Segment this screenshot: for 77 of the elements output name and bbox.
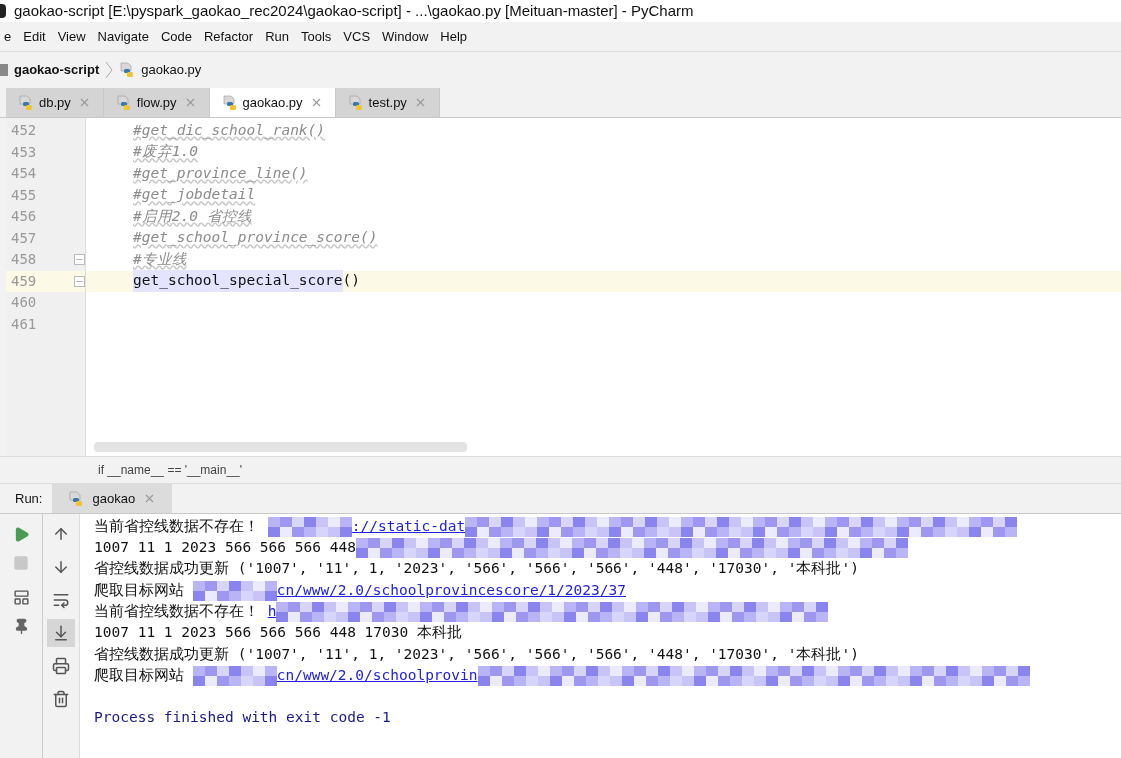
code-comment: #启用2.0 省控线 — [133, 206, 252, 226]
line-number: 460 — [10, 293, 38, 313]
menu-item[interactable]: e — [0, 26, 16, 47]
fold-icon[interactable] — [74, 254, 85, 266]
menu-item[interactable]: Window — [378, 26, 433, 47]
wrap-text-icon — [52, 591, 70, 609]
chevron-right-icon — [105, 61, 114, 79]
menu-item[interactable]: Help — [436, 26, 472, 47]
python-file-icon — [119, 62, 136, 78]
breadcrumb-file[interactable]: gaokao.py — [141, 60, 202, 80]
python-file-icon — [221, 94, 238, 111]
menu-item[interactable]: Navigate — [93, 26, 153, 47]
line-number: 458 — [10, 250, 38, 270]
line-number: 461 — [10, 314, 38, 334]
console-text: 爬取目标网站 — [94, 580, 185, 600]
python-file-icon — [115, 94, 132, 111]
run-label: Run: — [15, 489, 43, 508]
console-text: 省控线数据成功更新 ('1007', '11', 1, '2023', '566', '566', '566', '448', '17030', '本科批') — [94, 559, 859, 579]
folder-icon — [0, 64, 8, 76]
console-link[interactable]: h — [267, 600, 277, 623]
menu-item[interactable]: VCS — [339, 26, 375, 47]
line-number: 454 — [10, 164, 38, 184]
code-comment: #get_jobdetail — [133, 185, 256, 205]
menu-item[interactable]: Run — [261, 26, 293, 47]
line-number: 459 — [10, 271, 38, 291]
fold-icon[interactable] — [74, 275, 85, 287]
console-link[interactable]: cn/www/2.0/schoolprovincescore/1/2023/37 — [276, 579, 626, 602]
code-comment: #废弃1.0 — [133, 142, 198, 162]
menu-item[interactable]: Edit — [19, 26, 50, 47]
editor-tab[interactable]: db.py — [6, 88, 104, 117]
console-text: 当前省控线数据不存在！ — [94, 601, 260, 621]
run-tab-label: gaokao — [92, 489, 136, 508]
line-number: 456 — [10, 207, 38, 227]
console-text: 1007 11 1 2023 566 566 566 448 17030 本科批 — [94, 623, 462, 643]
editor-tab[interactable]: gaokao.py — [209, 88, 336, 117]
python-file-icon — [18, 94, 34, 111]
code-comment: #get_school_province_score() — [133, 228, 378, 248]
console-text: 当前省控线数据不存在！ — [94, 516, 260, 536]
code-text: () — [342, 271, 360, 291]
code-comment: #get_dic_school_rank() — [133, 120, 326, 141]
console-text: Process finished with exit code -1 — [94, 708, 391, 728]
scroll-end-button[interactable] — [47, 619, 75, 647]
tab-label: gaokao.py — [242, 93, 303, 112]
line-number: 455 — [10, 185, 38, 205]
menu-item[interactable]: Refactor — [200, 26, 258, 47]
code-comment: #get_province_line() — [133, 163, 308, 184]
console-link[interactable]: ://static-dat — [351, 515, 466, 538]
printer-icon — [52, 657, 70, 675]
context-breadcrumb[interactable]: if __name__ == '__main__' — [98, 461, 243, 479]
python-file-icon — [347, 94, 364, 111]
menu-item[interactable]: Code — [156, 26, 196, 47]
editor-tab[interactable]: test.py — [335, 88, 440, 117]
layout-icon[interactable] — [12, 589, 30, 606]
trash-icon — [52, 690, 70, 708]
menu-item[interactable]: View — [53, 26, 90, 47]
window-title: gaokao-script [E:\pyspark_gaokao_rec2024\gaokao-script] - ...\gaokao.py [Meituan-master] - PyCharm — [14, 0, 694, 21]
code-text: get_school_special_score — [133, 270, 343, 293]
arrow-down-icon — [52, 558, 70, 576]
console-text: 爬取目标网站 — [94, 665, 185, 685]
menu-item[interactable]: Tools — [297, 26, 336, 47]
tab-label: flow.py — [136, 93, 177, 112]
scroll-to-end-icon — [52, 624, 70, 642]
run-tab[interactable]: gaokao — [52, 484, 173, 513]
console-link[interactable]: cn/www/2.0/schoolprovin — [276, 664, 478, 687]
app-icon — [0, 4, 6, 18]
console-text: 省控线数据成功更新 ('1007', '11', 1, '2023', '566', '566', '566', '448', '17030', '本科批') — [94, 644, 859, 664]
line-number: 453 — [10, 142, 38, 162]
line-number: 457 — [10, 228, 38, 248]
editor-tab[interactable]: flow.py — [103, 88, 210, 117]
tab-label: test.py — [368, 93, 407, 112]
line-number: 452 — [10, 121, 38, 141]
code-comment: #专业线 — [133, 249, 187, 269]
python-file-icon — [68, 490, 85, 507]
breadcrumb-project[interactable]: gaokao-script — [14, 60, 100, 80]
console-text: 1007 11 1 2023 566 566 566 448 — [94, 538, 356, 558]
tab-label: db.py — [39, 93, 71, 112]
horizontal-scrollbar[interactable] — [94, 442, 467, 452]
